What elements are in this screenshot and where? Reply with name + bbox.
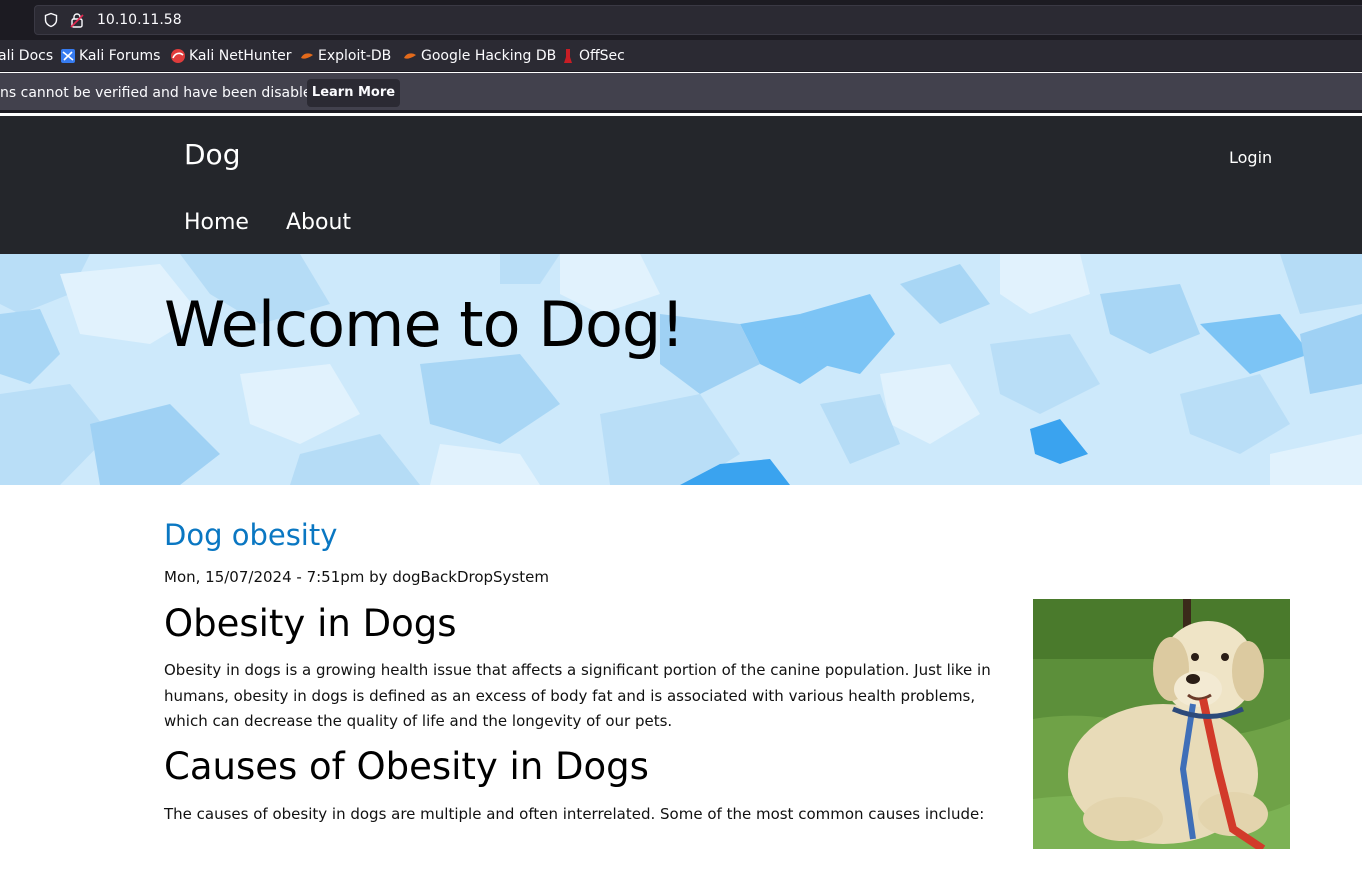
article-title-link[interactable]: Dog obesity	[164, 518, 337, 552]
notification-message: ns cannot be verified and have been disa…	[0, 85, 325, 101]
bookmark-label: Google Hacking DB	[421, 48, 557, 64]
url-text[interactable]: 10.10.11.58	[97, 12, 182, 28]
hero-title: Welcome to Dog!	[164, 288, 685, 361]
bookmark-label: Kali NetHunter	[189, 48, 292, 64]
bookmark-label: OffSec	[579, 48, 625, 64]
site-header: Dog Login Home About	[0, 116, 1362, 254]
kali-forums-icon	[61, 49, 75, 63]
kali-nethunter-icon	[171, 49, 185, 63]
nav-home[interactable]: Home	[184, 210, 249, 235]
section-heading-causes: Causes of Obesity in Dogs	[164, 745, 649, 788]
bookmark-label: ali Docs	[0, 48, 54, 64]
article-meta: Mon, 15/07/2024 - 7:51pm by dogBackDropS…	[164, 568, 549, 586]
offsec-icon	[564, 49, 572, 63]
bookmarks-toolbar: ali Docs Kali Forums Kali NetHunter Expl…	[0, 40, 1362, 72]
shield-icon[interactable]	[43, 12, 59, 28]
bookmark-label: Exploit-DB	[318, 48, 392, 64]
nav-about[interactable]: About	[286, 210, 351, 235]
learn-more-button[interactable]: Learn More	[307, 79, 400, 107]
ghdb-icon	[404, 53, 416, 59]
exploit-db-icon	[301, 53, 313, 59]
article-paragraph-2: The causes of obesity in dogs are multip…	[164, 805, 985, 823]
section-heading-obesity: Obesity in Dogs	[164, 602, 457, 645]
dog-photo	[1033, 599, 1290, 849]
insecure-lock-icon[interactable]	[69, 12, 85, 28]
article-paragraph-1: Obesity in dogs is a growing health issu…	[164, 661, 991, 730]
login-link[interactable]: Login	[1229, 148, 1272, 167]
notification-bar: ns cannot be verified and have been disa…	[0, 73, 1362, 113]
dog-image-illustration	[1033, 599, 1290, 849]
browser-toolbar: 10.10.11.58	[0, 0, 1362, 40]
hero-banner: Welcome to Dog!	[0, 254, 1362, 485]
bookmark-label: Kali Forums	[79, 48, 161, 64]
address-bar[interactable]: 10.10.11.58	[34, 5, 1362, 35]
site-name-link[interactable]: Dog	[184, 138, 240, 171]
